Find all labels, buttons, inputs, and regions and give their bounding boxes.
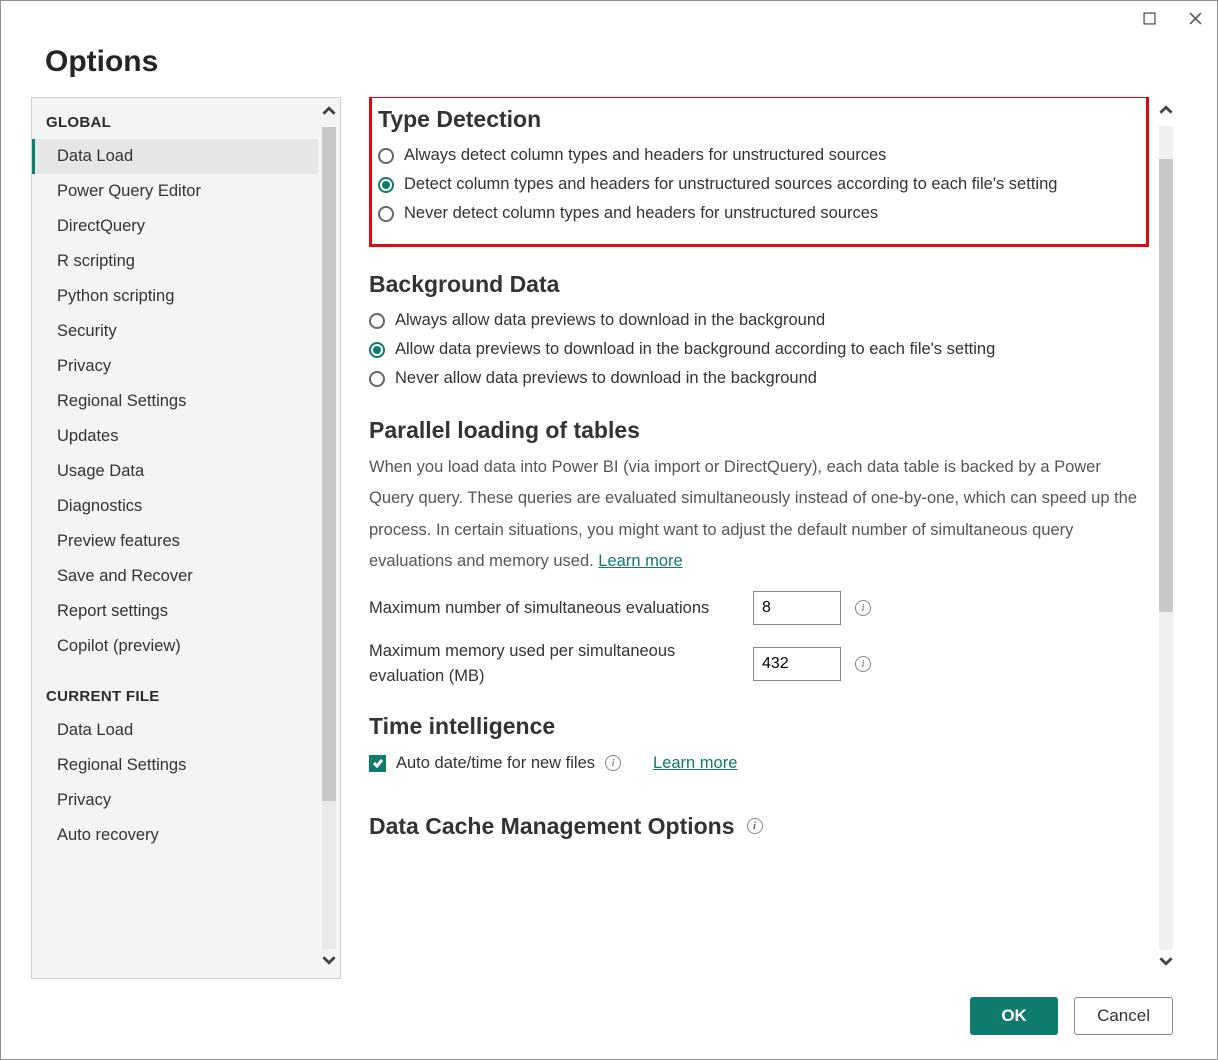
- max-eval-row: Maximum number of simultaneous evaluatio…: [369, 591, 1149, 625]
- close-button[interactable]: [1181, 4, 1209, 32]
- type-detection-option-per-file[interactable]: Detect column types and headers for unst…: [378, 170, 1132, 199]
- radio-label: Never allow data previews to download in…: [395, 369, 817, 388]
- auto-datetime-checkbox-row[interactable]: Auto date/time for new files i Learn mor…: [369, 748, 1149, 779]
- sidebar: GLOBAL Data Load Power Query Editor Dire…: [31, 97, 341, 979]
- max-mem-row: Maximum memory used per simultaneous eva…: [369, 639, 1149, 689]
- sidebar-item-power-query-editor[interactable]: Power Query Editor: [32, 174, 318, 209]
- background-data-option-per-file[interactable]: Allow data previews to download in the b…: [369, 335, 1149, 364]
- sidebar-item-updates[interactable]: Updates: [32, 419, 318, 454]
- info-icon[interactable]: i: [855, 656, 871, 672]
- radio-icon: [378, 148, 394, 164]
- background-data-option-never[interactable]: Never allow data previews to download in…: [369, 364, 1149, 393]
- sidebar-item-diagnostics[interactable]: Diagnostics: [32, 489, 318, 524]
- parallel-loading-description: When you load data into Power BI (via im…: [369, 452, 1149, 577]
- radio-icon: [369, 342, 385, 358]
- cancel-button[interactable]: Cancel: [1074, 997, 1173, 1035]
- info-icon[interactable]: i: [855, 600, 871, 616]
- type-detection-title: Type Detection: [378, 106, 1132, 133]
- type-detection-section: Type Detection Always detect column type…: [369, 97, 1149, 247]
- sidebar-item-privacy[interactable]: Privacy: [32, 349, 318, 384]
- radio-icon: [369, 371, 385, 387]
- content-scrollbar[interactable]: [1155, 97, 1177, 979]
- radio-label: Always detect column types and headers f…: [404, 146, 886, 165]
- sidebar-item-copilot-preview[interactable]: Copilot (preview): [32, 629, 318, 664]
- sidebar-item-regional-settings[interactable]: Regional Settings: [32, 384, 318, 419]
- radio-label: Allow data previews to download in the b…: [395, 340, 995, 359]
- background-data-option-always[interactable]: Always allow data previews to download i…: [369, 306, 1149, 335]
- data-cache-title: Data Cache Management Options: [369, 813, 735, 840]
- dialog-title: Options: [1, 35, 1217, 97]
- radio-icon: [378, 177, 394, 193]
- sidebar-item-preview-features[interactable]: Preview features: [32, 524, 318, 559]
- sidebar-item-directquery[interactable]: DirectQuery: [32, 209, 318, 244]
- window-titlebar: [1, 1, 1217, 35]
- type-detection-option-always[interactable]: Always detect column types and headers f…: [378, 141, 1132, 170]
- data-cache-title-row: Data Cache Management Options i: [369, 813, 1149, 840]
- checkbox-label: Auto date/time for new files: [396, 754, 595, 773]
- options-dialog: Options GLOBAL Data Load Power Query Edi…: [0, 0, 1218, 1060]
- sidebar-section-current-file: CURRENT FILE: [32, 678, 318, 713]
- chevron-up-icon[interactable]: [1159, 103, 1173, 122]
- sidebar-item-r-scripting[interactable]: R scripting: [32, 244, 318, 279]
- content-pane: Type Detection Always detect column type…: [369, 97, 1177, 979]
- max-mem-input[interactable]: [753, 647, 841, 681]
- parallel-learn-more-link[interactable]: Learn more: [598, 552, 682, 570]
- max-eval-input[interactable]: [753, 591, 841, 625]
- radio-label: Always allow data previews to download i…: [395, 311, 825, 330]
- background-data-title: Background Data: [369, 271, 1149, 298]
- sidebar-item-report-settings[interactable]: Report settings: [32, 594, 318, 629]
- chevron-down-icon[interactable]: [1159, 954, 1173, 973]
- checkbox-icon: [369, 755, 386, 772]
- time-intelligence-title: Time intelligence: [369, 713, 1149, 740]
- radio-label: Detect column types and headers for unst…: [404, 175, 1057, 194]
- sidebar-item-cf-privacy[interactable]: Privacy: [32, 783, 318, 818]
- sidebar-scrollbar[interactable]: [318, 98, 340, 978]
- chevron-up-icon[interactable]: [322, 104, 336, 123]
- parallel-loading-description-text: When you load data into Power BI (via im…: [369, 458, 1137, 570]
- radio-label: Never detect column types and headers fo…: [404, 204, 878, 223]
- sidebar-item-save-and-recover[interactable]: Save and Recover: [32, 559, 318, 594]
- sidebar-item-python-scripting[interactable]: Python scripting: [32, 279, 318, 314]
- max-eval-label: Maximum number of simultaneous evaluatio…: [369, 596, 739, 621]
- maximize-button[interactable]: [1135, 4, 1163, 32]
- sidebar-item-data-load[interactable]: Data Load: [32, 139, 318, 174]
- ok-button[interactable]: OK: [970, 997, 1058, 1035]
- parallel-loading-title: Parallel loading of tables: [369, 417, 1149, 444]
- chevron-down-icon[interactable]: [322, 953, 336, 972]
- max-mem-label: Maximum memory used per simultaneous eva…: [369, 639, 739, 689]
- type-detection-option-never[interactable]: Never detect column types and headers fo…: [378, 199, 1132, 228]
- time-intel-learn-more-link[interactable]: Learn more: [653, 754, 737, 773]
- info-icon[interactable]: i: [747, 818, 763, 834]
- dialog-footer: OK Cancel: [1, 979, 1217, 1059]
- radio-icon: [369, 313, 385, 329]
- info-icon[interactable]: i: [605, 755, 621, 771]
- radio-icon: [378, 206, 394, 222]
- sidebar-section-global: GLOBAL: [32, 104, 318, 139]
- sidebar-item-usage-data[interactable]: Usage Data: [32, 454, 318, 489]
- sidebar-item-cf-auto-recovery[interactable]: Auto recovery: [32, 818, 318, 853]
- sidebar-item-cf-regional-settings[interactable]: Regional Settings: [32, 748, 318, 783]
- sidebar-item-cf-data-load[interactable]: Data Load: [32, 713, 318, 748]
- sidebar-item-security[interactable]: Security: [32, 314, 318, 349]
